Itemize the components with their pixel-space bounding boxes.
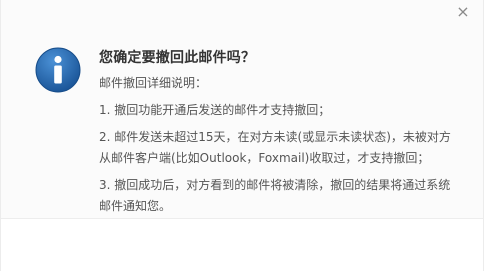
rule-item-2: 2. 邮件发送未超过15天，在对方未读(或显示未读状态)，未被对方 从邮件客户端… (99, 127, 459, 169)
rule-item-2-line-1: 2. 邮件发送未超过15天，在对方未读(或显示未读状态)，未被对方 (99, 130, 451, 144)
rule-item-1: 1. 撤回功能开通后发送的邮件才支持撤回； (99, 103, 331, 117)
recall-confirm-dialog: × 您确定要撤回此邮件吗？ 邮件撤回详细说明： 1. 撤回功能开通后发送的邮件才… (0, 0, 484, 272)
rule-item-3-line-2: 邮件通知您。 (99, 199, 172, 213)
rule-item-3: 3. 撤回成功后，对方看到的邮件将被清除，撤回的结果将通过系统 邮件通知您。 (99, 175, 459, 217)
close-icon[interactable]: × (455, 3, 471, 21)
info-icon (35, 47, 81, 93)
dialog-footer (1, 218, 483, 272)
dialog-body: 邮件撤回详细说明： 1. 撤回功能开通后发送的邮件才支持撤回； 2. 邮件发送未… (99, 73, 459, 223)
rule-item-3-line-1: 3. 撤回成功后，对方看到的邮件将被清除，撤回的结果将通过系统 (99, 178, 451, 192)
dialog-title: 您确定要撤回此邮件吗？ (99, 50, 256, 66)
rule-item-2-line-2: 从邮件客户端(比如Outlook，Foxmail)收取过，才支持撤回； (99, 151, 430, 165)
details-heading: 邮件撤回详细说明： (99, 76, 208, 90)
